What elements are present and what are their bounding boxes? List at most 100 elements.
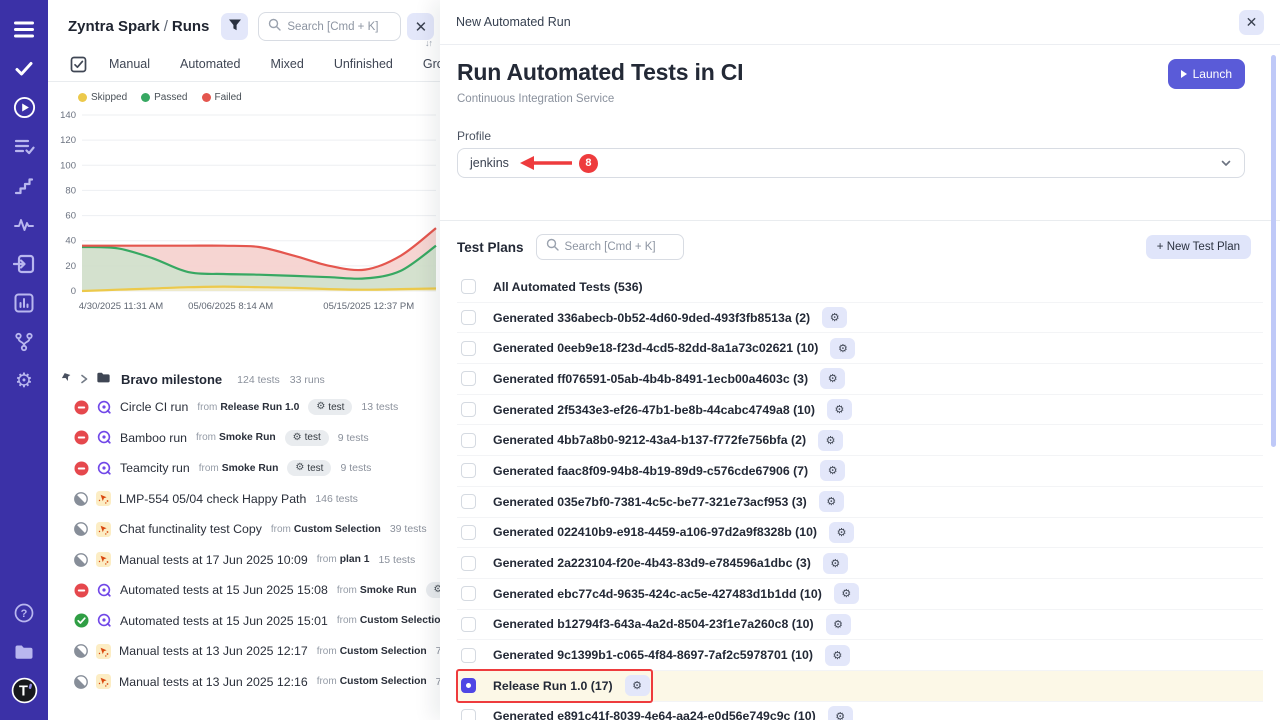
sidebar-logo-button[interactable]: T: [4, 671, 44, 710]
sidebar: ⚙ ? T: [0, 0, 48, 720]
run-name: Manual tests at 17 Jun 2025 10:09: [119, 553, 308, 567]
test-plan-row[interactable]: Generated ebc77c4d-9635-424c-ac5e-427483…: [457, 579, 1263, 610]
plan-settings-button[interactable]: ⚙: [818, 430, 843, 451]
sidebar-list-check-button[interactable]: [4, 127, 44, 166]
svg-text:4/30/2025 11:31 AM: 4/30/2025 11:31 AM: [79, 301, 163, 312]
plan-checkbox[interactable]: [461, 709, 476, 720]
run-row[interactable]: Automated tests at 15 Jun 2025 15:01from…: [48, 606, 440, 637]
milestone-row[interactable]: Bravo milestone 124 tests 33 runs: [48, 367, 440, 392]
run-row[interactable]: Bamboo runfromSmoke Run⚙test9 tests: [48, 423, 440, 454]
plan-checkbox[interactable]: [461, 310, 476, 325]
plan-settings-button[interactable]: ⚙: [625, 675, 650, 696]
tab-groups[interactable]: Groups: [423, 57, 440, 71]
sidebar-help-button[interactable]: ?: [4, 593, 44, 632]
plan-settings-button[interactable]: ⚙: [834, 583, 859, 604]
test-plan-row[interactable]: Release Run 1.0 (17)⚙: [457, 671, 1263, 702]
profile-value: jenkins: [470, 156, 509, 170]
run-row[interactable]: Manual tests at 13 Jun 2025 12:16fromCus…: [48, 667, 440, 698]
plan-settings-button[interactable]: ⚙: [826, 614, 851, 635]
test-plan-row[interactable]: Generated 9c1399b1-c065-4f84-8697-7af2c5…: [457, 640, 1263, 671]
run-row[interactable]: Circle CI runfromRelease Run 1.0⚙test13 …: [48, 392, 440, 423]
plan-settings-button[interactable]: ⚙: [828, 706, 853, 720]
plan-settings-button[interactable]: ⚙: [819, 491, 844, 512]
new-test-plan-button[interactable]: + New Test Plan: [1146, 235, 1251, 259]
plan-settings-button[interactable]: ⚙: [830, 338, 855, 359]
run-row[interactable]: Chat functinality test CopyfromCustom Se…: [48, 514, 440, 545]
run-source: fromCustom Selection: [317, 676, 427, 687]
plan-checkbox[interactable]: [461, 678, 476, 693]
sidebar-gear-button[interactable]: ⚙: [4, 361, 44, 400]
tab-unfinished[interactable]: Unfinished: [334, 57, 393, 71]
select-all-icon[interactable]: [70, 56, 87, 73]
test-plan-row[interactable]: Generated 0eeb9e18-f23d-4cd5-82dd-8a1a73…: [457, 333, 1263, 364]
run-row[interactable]: Manual tests at 17 Jun 2025 10:09frompla…: [48, 545, 440, 576]
test-plan-row[interactable]: Generated 336abecb-0b52-4d60-9ded-493f3f…: [457, 303, 1263, 334]
plan-checkbox[interactable]: [461, 586, 476, 601]
plan-checkbox[interactable]: [461, 279, 476, 294]
test-plans-search-input[interactable]: [565, 241, 669, 253]
run-tests-count: 9 tests: [340, 462, 371, 474]
breadcrumb: Zyntra Spark/Runs: [68, 18, 209, 35]
plan-settings-button[interactable]: ⚙: [829, 522, 854, 543]
search-icon: [546, 238, 559, 256]
test-plan-row[interactable]: Generated 2f5343e3-ef26-47b1-be8b-44cabc…: [457, 395, 1263, 426]
test-plan-row[interactable]: Generated 035e7bf0-7381-4c5c-be77-321e73…: [457, 487, 1263, 518]
plan-settings-button[interactable]: ⚙: [825, 645, 850, 666]
sidebar-play-circle-button[interactable]: [4, 88, 44, 127]
test-plan-row[interactable]: Generated faac8f09-94b8-4b19-89d9-c576cd…: [457, 456, 1263, 487]
plan-settings-button[interactable]: ⚙: [822, 307, 847, 328]
close-drawer-button[interactable]: ✕: [1239, 10, 1264, 35]
run-row[interactable]: LMP-554 05/04 check Happy Path146 tests: [48, 484, 440, 515]
run-row[interactable]: Teamcity runfromSmoke Run⚙test9 tests: [48, 453, 440, 484]
test-plan-row[interactable]: All Automated Tests (536): [457, 272, 1263, 303]
launch-button[interactable]: Launch: [1168, 59, 1245, 89]
plan-checkbox[interactable]: [461, 525, 476, 540]
sidebar-branch-button[interactable]: [4, 322, 44, 361]
sidebar-import-button[interactable]: [4, 244, 44, 283]
sidebar-check-button[interactable]: [4, 49, 44, 88]
runs-search[interactable]: [258, 12, 401, 41]
sidebar-menu-button[interactable]: [4, 10, 44, 49]
sidebar-steps-button[interactable]: [4, 166, 44, 205]
profile-select[interactable]: jenkins 8: [457, 148, 1245, 178]
chevron-right-icon[interactable]: [79, 371, 89, 389]
scrollbar-thumb[interactable]: [1271, 55, 1276, 447]
plan-checkbox[interactable]: [461, 341, 476, 356]
profile-label: Profile: [457, 129, 1263, 143]
plan-settings-button[interactable]: ⚙: [827, 399, 852, 420]
tab-mixed[interactable]: Mixed: [270, 57, 303, 71]
close-runs-button[interactable]: ✕: [407, 13, 434, 40]
run-row[interactable]: Manual tests at 13 Jun 2025 12:17fromCus…: [48, 636, 440, 667]
plan-settings-button[interactable]: ⚙: [820, 460, 845, 481]
runs-area-chart: 0204060801001201404/30/2025 11:31 AM05/0…: [48, 103, 440, 325]
sidebar-activity-button[interactable]: [4, 205, 44, 244]
sidebar-folder-button[interactable]: [4, 632, 44, 671]
breadcrumb-project[interactable]: Zyntra Spark: [68, 18, 160, 35]
run-row[interactable]: Automated tests at 15 Jun 2025 15:08from…: [48, 575, 440, 606]
plan-checkbox[interactable]: [461, 648, 476, 663]
plan-checkbox[interactable]: [461, 463, 476, 478]
run-name: Automated tests at 15 Jun 2025 15:08: [120, 583, 328, 597]
test-plan-row[interactable]: Generated 4bb7a8b0-9212-43a4-b137-f772fe…: [457, 425, 1263, 456]
plan-settings-button[interactable]: ⚙: [823, 553, 848, 574]
test-plan-row[interactable]: Generated b12794f3-643a-4a2d-8504-23f1e7…: [457, 610, 1263, 641]
plan-checkbox[interactable]: [461, 433, 476, 448]
gear-icon: ⚙: [15, 371, 33, 391]
tab-automated[interactable]: Automated: [180, 57, 240, 71]
plan-checkbox[interactable]: [461, 494, 476, 509]
test-plan-row[interactable]: Generated 2a223104-f20e-4b43-83d9-e78459…: [457, 548, 1263, 579]
plan-checkbox[interactable]: [461, 402, 476, 417]
sidebar-bar-chart-button[interactable]: [4, 283, 44, 322]
tab-manual[interactable]: Manual: [109, 57, 150, 71]
plan-checkbox[interactable]: [461, 371, 476, 386]
plan-settings-button[interactable]: ⚙: [820, 368, 845, 389]
test-plans-search[interactable]: [536, 234, 684, 260]
test-plan-row[interactable]: Generated ff076591-05ab-4b4b-8491-1ecb00…: [457, 364, 1263, 395]
runs-search-input[interactable]: [287, 21, 391, 33]
plan-checkbox[interactable]: [461, 617, 476, 632]
filter-button[interactable]: [221, 13, 248, 40]
test-plan-row[interactable]: Generated 022410b9-e918-4459-a106-97d2a9…: [457, 518, 1263, 549]
run-name: Automated tests at 15 Jun 2025 15:01: [120, 614, 328, 628]
test-plan-row[interactable]: Generated e891c41f-8039-4e64-aa24-e0d56e…: [457, 702, 1263, 720]
plan-checkbox[interactable]: [461, 556, 476, 571]
